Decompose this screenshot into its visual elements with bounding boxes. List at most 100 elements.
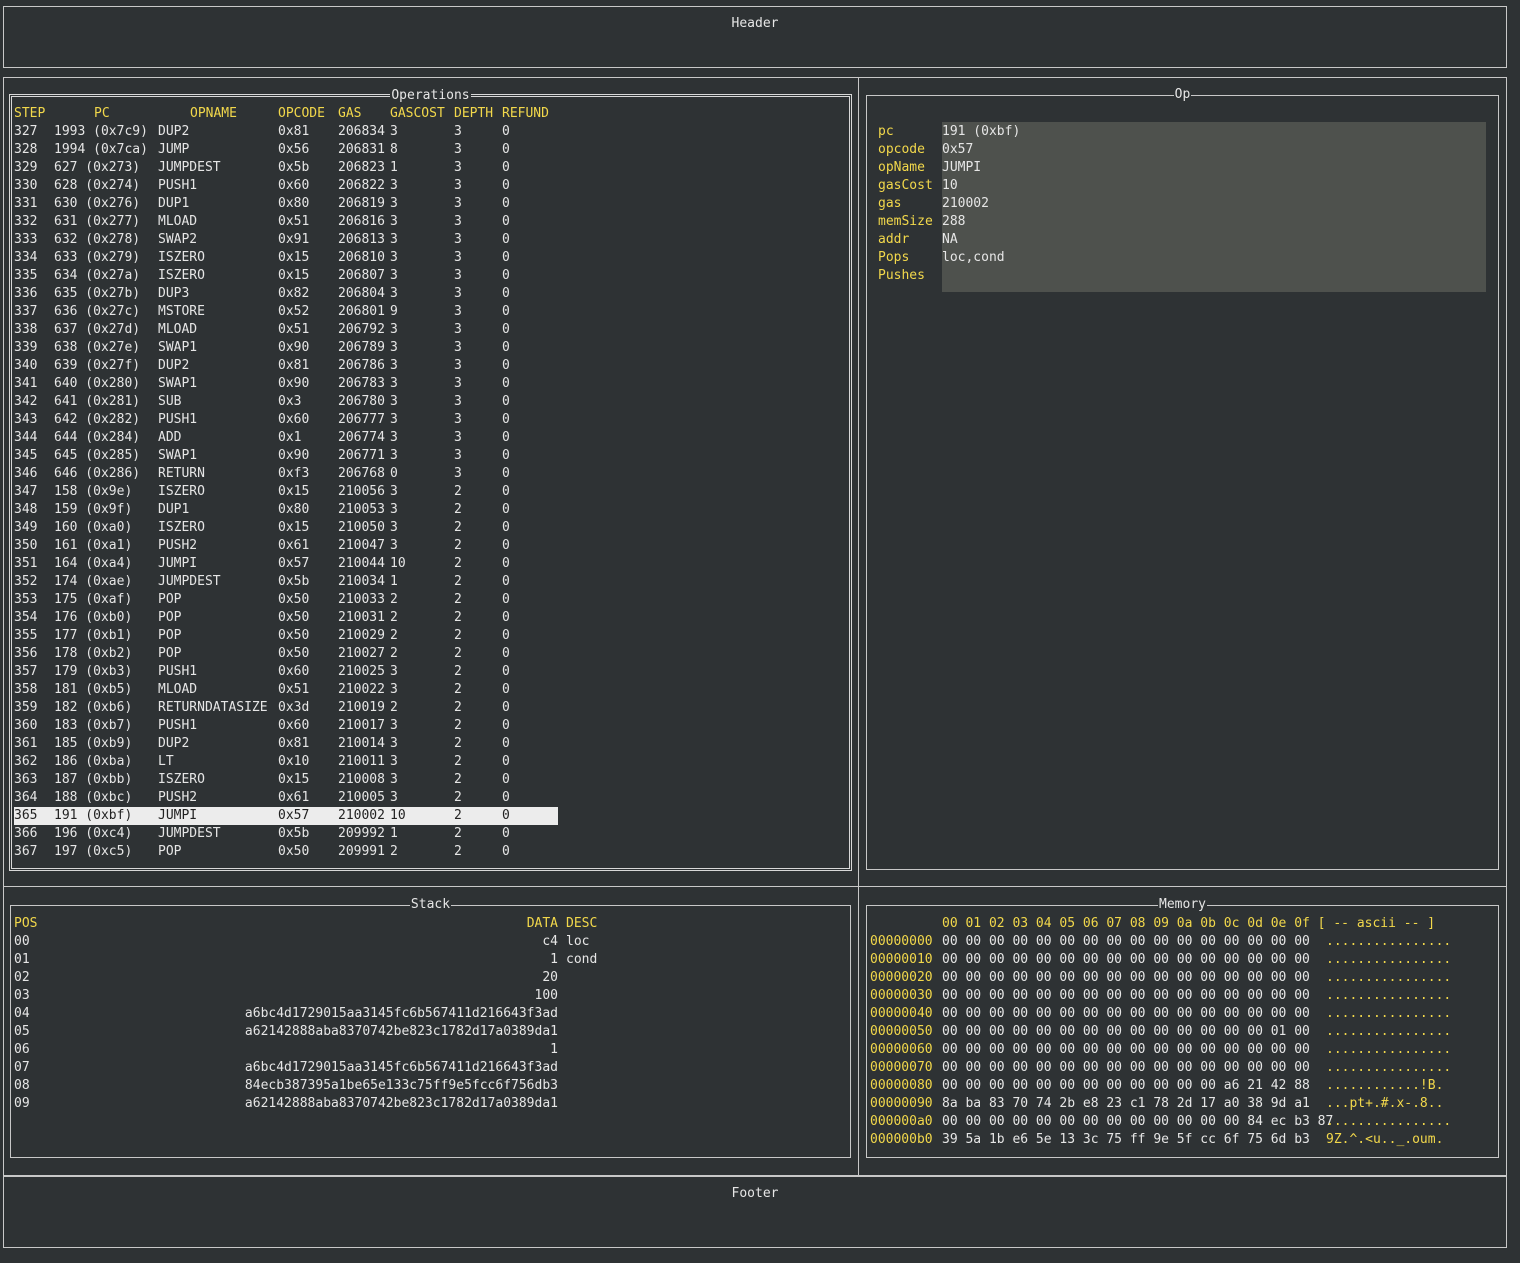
- op-cell-pc: 630 (0x276): [54, 196, 141, 211]
- stack-row[interactable]: 01 1 cond: [14, 951, 614, 969]
- operation-row[interactable]: 351 164 (0xa4) JUMPI 0x57 210044 10 2 0: [14, 555, 558, 573]
- operations-panel[interactable]: Operations STEP PC OPNAME OPCODE GAS GASCOST D…: [9, 88, 852, 871]
- operation-row[interactable]: 340 639 (0x27f) DUP2 0x81 206786 3 3 0: [14, 357, 558, 375]
- memory-row[interactable]: 00000000 00 00 00 00 00 00 00 00 00 00 00…: [870, 933, 1490, 951]
- stack-row[interactable]: 03 100: [14, 987, 614, 1005]
- operation-row[interactable]: 328 1994 (0x7ca) JUMP 0x56 206831 8 3 0: [14, 141, 558, 159]
- op-field-value: NA: [942, 232, 958, 247]
- stack-row[interactable]: 07 a6bc4d1729015aa3145fc6b567411d216643f3…: [14, 1059, 614, 1077]
- column-header-data: DATA: [526, 916, 558, 931]
- op-cell-opcode: 0x5b: [278, 574, 310, 589]
- memory-ascii: ................: [1326, 988, 1452, 1003]
- operation-row[interactable]: 332 631 (0x277) MLOAD 0x51 206816 3 3 0: [14, 213, 558, 231]
- operation-row[interactable]: 337 636 (0x27c) MSTORE 0x52 206801 9 3 0: [14, 303, 558, 321]
- op-cell-gascost: 3: [390, 196, 398, 211]
- stack-row[interactable]: 05 a62142888aba8370742be823c1782d17a0389d…: [14, 1023, 614, 1041]
- memory-row[interactable]: 00000010 00 00 00 00 00 00 00 00 00 00 00…: [870, 951, 1490, 969]
- operation-row[interactable]: 334 633 (0x279) ISZERO 0x15 206810 3 3 0: [14, 249, 558, 267]
- operation-row[interactable]: 361 185 (0xb9) DUP2 0x81 210014 3 2 0: [14, 735, 558, 753]
- memory-row[interactable]: 00000030 00 00 00 00 00 00 00 00 00 00 00…: [870, 987, 1490, 1005]
- memory-row[interactable]: 00000070 00 00 00 00 00 00 00 00 00 00 00…: [870, 1059, 1490, 1077]
- operation-row[interactable]: 349 160 (0xa0) ISZERO 0x15 210050 3 2 0: [14, 519, 558, 537]
- operation-row[interactable]: 339 638 (0x27e) SWAP1 0x90 206789 3 3 0: [14, 339, 558, 357]
- memory-row[interactable]: 00000080 00 00 00 00 00 00 00 00 00 00 00…: [870, 1077, 1490, 1095]
- op-cell-opname: JUMPDEST: [158, 160, 221, 175]
- op-cell-opname: DUP3: [158, 286, 190, 301]
- operation-row[interactable]: 363 187 (0xbb) ISZERO 0x15 210008 3 2 0: [14, 771, 558, 789]
- operation-row[interactable]: 350 161 (0xa1) PUSH2 0x61 210047 3 2 0: [14, 537, 558, 555]
- operation-row[interactable]: 344 644 (0x284) ADD 0x1 206774 3 3 0: [14, 429, 558, 447]
- op-cell-refund: 0: [502, 718, 510, 733]
- operation-row[interactable]: 338 637 (0x27d) MLOAD 0x51 206792 3 3 0: [14, 321, 558, 339]
- operation-row[interactable]: 345 645 (0x285) SWAP1 0x90 206771 3 3 0: [14, 447, 558, 465]
- operation-row[interactable]: 347 158 (0x9e) ISZERO 0x15 210056 3 2 0: [14, 483, 558, 501]
- stack-panel[interactable]: Stack POS DATA DESC 00 c4 loc 01 1 cond 02 20 03 100…: [10, 897, 851, 1158]
- op-cell-refund: 0: [502, 790, 510, 805]
- operation-row[interactable]: 327 1993 (0x7c9) DUP2 0x81 206834 3 3 0: [14, 123, 558, 141]
- operation-row[interactable]: 360 183 (0xb7) PUSH1 0x60 210017 3 2 0: [14, 717, 558, 735]
- op-cell-step: 342: [14, 394, 38, 409]
- stack-row[interactable]: 04 a6bc4d1729015aa3145fc6b567411d216643f3…: [14, 1005, 614, 1023]
- op-cell-opcode: 0x60: [278, 664, 310, 679]
- memory-row[interactable]: 00000050 00 00 00 00 00 00 00 00 00 00 00…: [870, 1023, 1490, 1041]
- operation-row[interactable]: 348 159 (0x9f) DUP1 0x80 210053 3 2 0: [14, 501, 558, 519]
- op-cell-gascost: 3: [390, 754, 398, 769]
- memory-panel[interactable]: Memory 00 01 02 03 04 05 06 07 08 09 0a …: [866, 897, 1499, 1158]
- operation-row[interactable]: 335 634 (0x27a) ISZERO 0x15 206807 3 3 0: [14, 267, 558, 285]
- op-cell-opname: ISZERO: [158, 772, 205, 787]
- memory-row[interactable]: 00000090 8a ba 83 70 74 2b e8 23 c1 78 2d…: [870, 1095, 1490, 1113]
- stack-row[interactable]: 09 a62142888aba8370742be823c1782d17a0389d…: [14, 1095, 614, 1113]
- operation-row[interactable]: 336 635 (0x27b) DUP3 0x82 206804 3 3 0: [14, 285, 558, 303]
- op-cell-gas: 206813: [338, 232, 385, 247]
- op-cell-opcode: 0xf3: [278, 466, 310, 481]
- stack-row[interactable]: 08 84ecb387395a1be65e133c75ff9e5fcc6f756d…: [14, 1077, 614, 1095]
- stack-row[interactable]: 02 20: [14, 969, 614, 987]
- op-cell-gascost: 1: [390, 826, 398, 841]
- operation-row[interactable]: 365 191 (0xbf) JUMPI 0x57 210002 10 2 0: [14, 807, 558, 825]
- op-field-row: Pushes: [878, 267, 1486, 285]
- op-cell-opname: JUMPI: [158, 808, 198, 823]
- op-cell-refund: 0: [502, 826, 510, 841]
- op-cell-gascost: 3: [390, 394, 398, 409]
- operation-row[interactable]: 352 174 (0xae) JUMPDEST 0x5b 210034 1 2 0: [14, 573, 558, 591]
- op-cell-pc: 1994 (0x7ca): [54, 142, 148, 157]
- op-cell-opname: DUP2: [158, 736, 190, 751]
- operation-row[interactable]: 342 641 (0x281) SUB 0x3 206780 3 3 0: [14, 393, 558, 411]
- operation-row[interactable]: 346 646 (0x286) RETURN 0xf3 206768 0 3 0: [14, 465, 558, 483]
- op-field-key: memSize: [878, 214, 933, 229]
- operation-row[interactable]: 356 178 (0xb2) POP 0x50 210027 2 2 0: [14, 645, 558, 663]
- operation-row[interactable]: 357 179 (0xb3) PUSH1 0x60 210025 3 2 0: [14, 663, 558, 681]
- op-cell-gas: 210033: [338, 592, 385, 607]
- operation-row[interactable]: 341 640 (0x280) SWAP1 0x90 206783 3 3 0: [14, 375, 558, 393]
- memory-row[interactable]: 00000020 00 00 00 00 00 00 00 00 00 00 00…: [870, 969, 1490, 987]
- operation-row[interactable]: 343 642 (0x282) PUSH1 0x60 206777 3 3 0: [14, 411, 558, 429]
- operation-row[interactable]: 364 188 (0xbc) PUSH2 0x61 210005 3 2 0: [14, 789, 558, 807]
- memory-ascii: ................: [1326, 1042, 1452, 1057]
- operation-row[interactable]: 358 181 (0xb5) MLOAD 0x51 210022 3 2 0: [14, 681, 558, 699]
- operation-row[interactable]: 353 175 (0xaf) POP 0x50 210033 2 2 0: [14, 591, 558, 609]
- op-cell-pc: 636 (0x27c): [54, 304, 141, 319]
- memory-row[interactable]: 00000060 00 00 00 00 00 00 00 00 00 00 00…: [870, 1041, 1490, 1059]
- operation-row[interactable]: 331 630 (0x276) DUP1 0x80 206819 3 3 0: [14, 195, 558, 213]
- stack-row[interactable]: 06 1: [14, 1041, 614, 1059]
- operation-row[interactable]: 354 176 (0xb0) POP 0x50 210031 2 2 0: [14, 609, 558, 627]
- operation-row[interactable]: 367 197 (0xc5) POP 0x50 209991 2 2 0: [14, 843, 558, 861]
- memory-row[interactable]: 000000a0 00 00 00 00 00 00 00 00 00 00 00…: [870, 1113, 1490, 1131]
- operation-row[interactable]: 359 182 (0xb6) RETURNDATASIZE 0x3d 210019 2 2 0: [14, 699, 558, 717]
- operation-row[interactable]: 333 632 (0x278) SWAP2 0x91 206813 3 3 0: [14, 231, 558, 249]
- op-field-key: Pops: [878, 250, 910, 265]
- op-cell-step: 336: [14, 286, 38, 301]
- op-cell-opcode: 0x50: [278, 844, 310, 859]
- op-cell-depth: 2: [454, 844, 462, 859]
- operation-row[interactable]: 362 186 (0xba) LT 0x10 210011 3 2 0: [14, 753, 558, 771]
- operation-row[interactable]: 355 177 (0xb1) POP 0x50 210029 2 2 0: [14, 627, 558, 645]
- operation-row[interactable]: 329 627 (0x273) JUMPDEST 0x5b 206823 1 3 0: [14, 159, 558, 177]
- op-cell-depth: 2: [454, 772, 462, 787]
- operation-row[interactable]: 366 196 (0xc4) JUMPDEST 0x5b 209992 1 2 0: [14, 825, 558, 843]
- stack-row[interactable]: 00 c4 loc: [14, 933, 614, 951]
- operation-row[interactable]: 330 628 (0x274) PUSH1 0x60 206822 3 3 0: [14, 177, 558, 195]
- op-cell-gas: 210034: [338, 574, 385, 589]
- memory-row[interactable]: 00000040 00 00 00 00 00 00 00 00 00 00 00…: [870, 1005, 1490, 1023]
- op-cell-pc: 185 (0xb9): [54, 736, 133, 751]
- memory-row[interactable]: 000000b0 39 5a 1b e6 5e 13 3c 75 ff 9e 5f…: [870, 1131, 1490, 1149]
